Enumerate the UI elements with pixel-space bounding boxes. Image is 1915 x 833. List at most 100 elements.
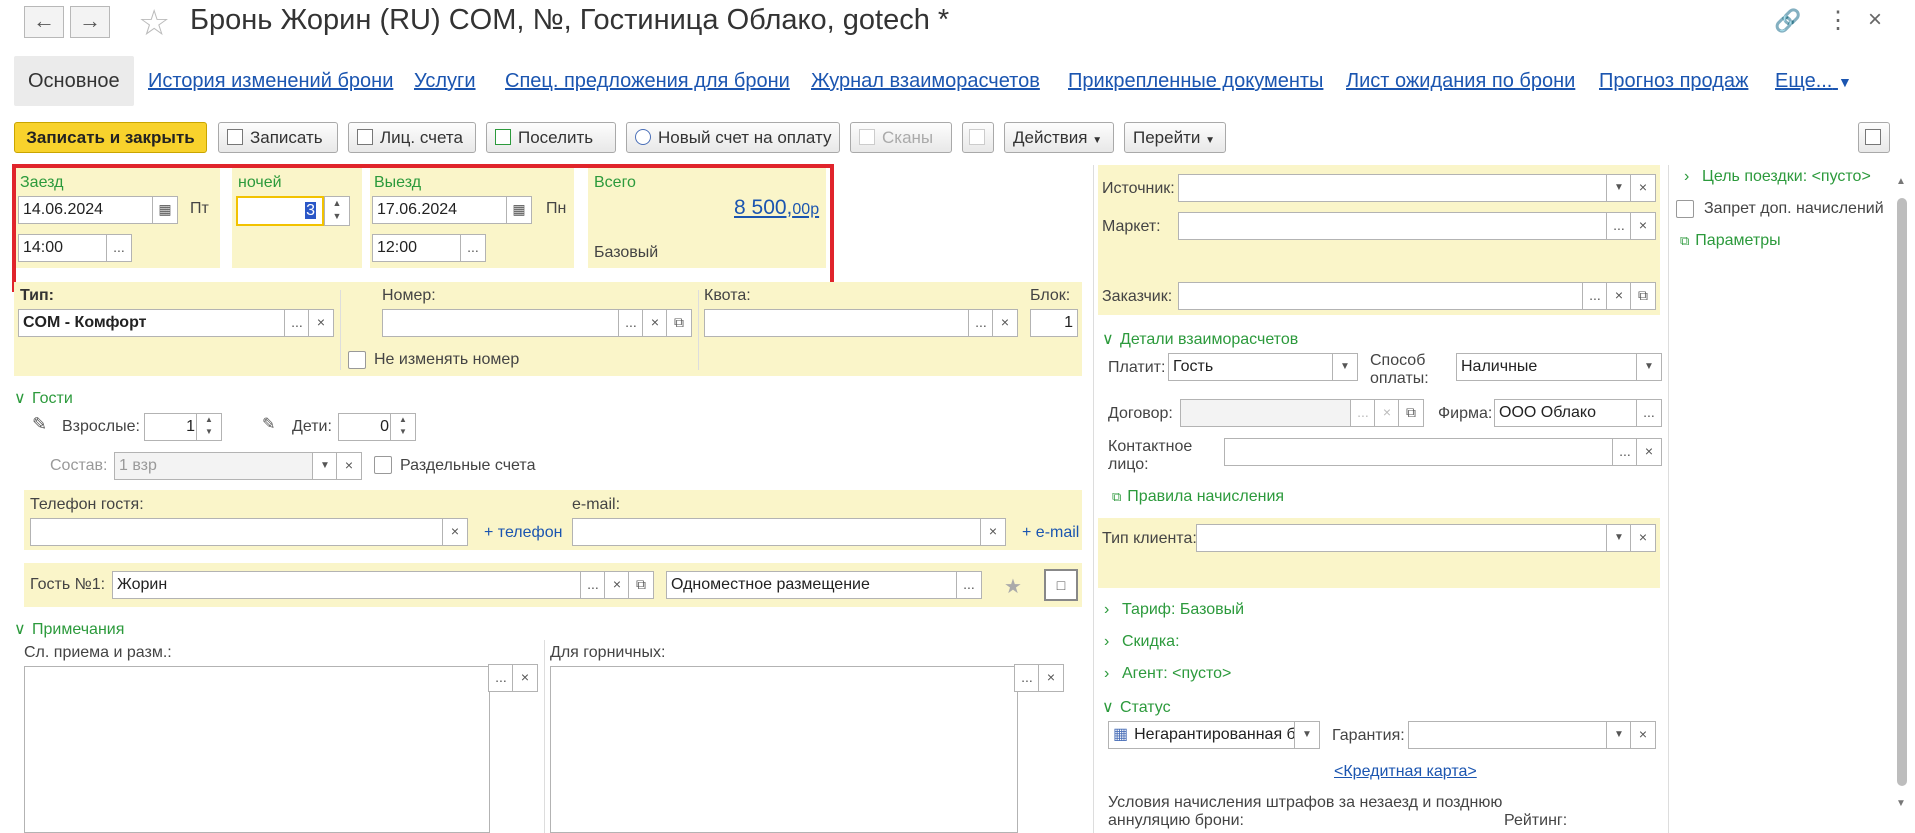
clear-icon[interactable]: ×	[980, 518, 1006, 546]
dropdown-icon[interactable]: ▼	[1606, 174, 1632, 202]
actions-button[interactable]: Действия ▼	[1004, 122, 1114, 153]
contact-input[interactable]	[1224, 438, 1616, 466]
guest-card-button[interactable]: □	[1044, 569, 1078, 601]
room-type-input[interactable]: COM - Комфорт	[18, 309, 288, 337]
tab-settlements[interactable]: Журнал взаиморасчетов	[811, 56, 1040, 106]
select-button[interactable]: ...	[1014, 664, 1040, 692]
quota-input[interactable]	[704, 309, 972, 337]
contract-input[interactable]	[1180, 399, 1352, 427]
tab-sales-forecast[interactable]: Прогноз продаж	[1599, 56, 1748, 106]
select-button[interactable]: ...	[968, 309, 994, 337]
market-input[interactable]	[1178, 212, 1614, 240]
select-button[interactable]: ...	[1350, 399, 1376, 427]
clear-icon[interactable]: ×	[992, 309, 1018, 337]
scroll-down-icon[interactable]: ▼	[1896, 798, 1906, 809]
trip-purpose-toggle[interactable]: › Цель поездки: <пусто>	[1684, 168, 1871, 186]
composition-input[interactable]: 1 взр	[114, 452, 316, 480]
clear-icon[interactable]: ×	[1606, 282, 1632, 310]
clear-icon[interactable]: ×	[1630, 524, 1656, 552]
dropdown-icon[interactable]: ▼	[312, 452, 338, 480]
tab-special-offers[interactable]: Спец. предложения для брони	[505, 56, 790, 106]
settings-button[interactable]	[1858, 122, 1890, 153]
parameters-link[interactable]: ⧉ Параметры	[1680, 232, 1781, 250]
select-button[interactable]: ...	[580, 571, 606, 599]
clear-icon[interactable]: ×	[1038, 664, 1064, 692]
save-button[interactable]: Записать	[218, 122, 338, 153]
clear-icon[interactable]: ×	[604, 571, 630, 599]
firm-input[interactable]: ООО Облако	[1494, 399, 1640, 427]
agent-section-toggle[interactable]: › Агент: <пусто>	[1104, 665, 1231, 683]
adults-stepper[interactable]: ▲ ▼	[196, 413, 222, 441]
charge-rules-link[interactable]: ⧉ Правила начисления	[1112, 488, 1284, 506]
payer-select[interactable]: Гость	[1168, 353, 1334, 381]
client-type-input[interactable]	[1196, 524, 1614, 552]
status-section-toggle[interactable]: ∨ Статус	[1102, 697, 1171, 717]
status-select[interactable]: ▦ Негарантированная бронь	[1108, 721, 1316, 749]
dropdown-icon[interactable]: ▼	[1294, 721, 1320, 749]
clear-icon[interactable]: ×	[1636, 438, 1662, 466]
back-button[interactable]: ←	[24, 6, 64, 38]
dropdown-icon[interactable]: ▼	[1636, 353, 1662, 381]
tab-services[interactable]: Услуги	[414, 56, 476, 106]
children-stepper[interactable]: ▲ ▼	[390, 413, 416, 441]
clear-icon[interactable]: ×	[336, 452, 362, 480]
select-button[interactable]: ...	[1606, 212, 1632, 240]
favorite-star-icon[interactable]: ☆	[138, 2, 170, 44]
add-phone-link[interactable]: + телефон	[484, 524, 562, 542]
scrollbar-thumb[interactable]	[1897, 198, 1907, 786]
separate-accounts-checkbox[interactable]	[374, 456, 392, 474]
keep-number-checkbox[interactable]	[348, 351, 366, 369]
credit-card-link[interactable]: <Кредитная карта>	[1334, 763, 1477, 781]
customer-input[interactable]	[1178, 282, 1590, 310]
select-button[interactable]: ...	[1612, 438, 1638, 466]
pay-method-select[interactable]: Наличные	[1456, 353, 1640, 381]
select-button[interactable]: ...	[1582, 282, 1608, 310]
close-icon[interactable]: ×	[1868, 6, 1882, 34]
clear-icon[interactable]: ×	[1630, 174, 1656, 202]
open-icon[interactable]: ⧉	[1630, 282, 1656, 310]
discount-section-toggle[interactable]: › Скидка:	[1104, 633, 1180, 651]
scroll-up-icon[interactable]: ▲	[1896, 176, 1906, 187]
source-input[interactable]	[1178, 174, 1614, 202]
star-icon[interactable]: ★	[1004, 574, 1022, 599]
room-number-input[interactable]	[382, 309, 622, 337]
open-icon[interactable]: ⧉	[1398, 399, 1424, 427]
forward-button[interactable]: →	[70, 6, 110, 38]
tab-main[interactable]: Основное	[14, 56, 134, 106]
guarantee-input[interactable]	[1408, 721, 1616, 749]
link-icon[interactable]: 🔗	[1774, 8, 1801, 34]
save-and-close-button[interactable]: Записать и закрыть	[14, 122, 207, 153]
select-button[interactable]: ...	[1636, 399, 1662, 427]
select-button[interactable]: ...	[488, 664, 514, 692]
goto-button[interactable]: Перейти ▼	[1124, 122, 1226, 153]
dropdown-icon[interactable]: ▼	[1606, 524, 1632, 552]
notes-section-toggle[interactable]: ∨ Примечания	[14, 619, 124, 639]
tab-history[interactable]: История изменений брони	[148, 56, 393, 106]
dropdown-icon[interactable]: ▼	[1332, 353, 1358, 381]
clear-icon[interactable]: ×	[308, 309, 334, 337]
personal-accounts-button[interactable]: Лиц. счета	[348, 122, 476, 153]
clear-icon[interactable]: ×	[642, 309, 668, 337]
scans-button[interactable]: Сканы	[850, 122, 952, 153]
no-extra-charges-checkbox[interactable]	[1676, 200, 1694, 218]
select-button[interactable]: ...	[618, 309, 644, 337]
open-icon[interactable]: ⧉	[628, 571, 654, 599]
tariff-section-toggle[interactable]: › Тариф: Базовый	[1104, 601, 1244, 619]
more-menu-icon[interactable]: ⋮	[1826, 6, 1850, 35]
reception-notes-textarea[interactable]	[24, 666, 490, 833]
housekeeping-notes-textarea[interactable]	[550, 666, 1018, 833]
add-email-link[interactable]: + e-mail	[1022, 524, 1079, 542]
block-input[interactable]: 1	[1030, 309, 1078, 337]
check-in-button[interactable]: Поселить	[486, 122, 616, 153]
guests-section-toggle[interactable]: ∨ Гости	[14, 388, 73, 408]
tab-more[interactable]: Еще... ▼	[1775, 56, 1852, 106]
clear-icon[interactable]: ×	[1630, 212, 1656, 240]
clear-icon[interactable]: ×	[442, 518, 468, 546]
clear-icon[interactable]: ×	[512, 664, 538, 692]
tab-waiting-list[interactable]: Лист ожидания по брони	[1346, 56, 1575, 106]
attach-button[interactable]	[962, 122, 994, 153]
adults-input[interactable]: 1	[144, 413, 200, 441]
new-invoice-button[interactable]: Новый счет на оплату	[626, 122, 840, 153]
select-button[interactable]: ...	[956, 571, 982, 599]
accommodation-input[interactable]: Одноместное размещение	[666, 571, 964, 599]
